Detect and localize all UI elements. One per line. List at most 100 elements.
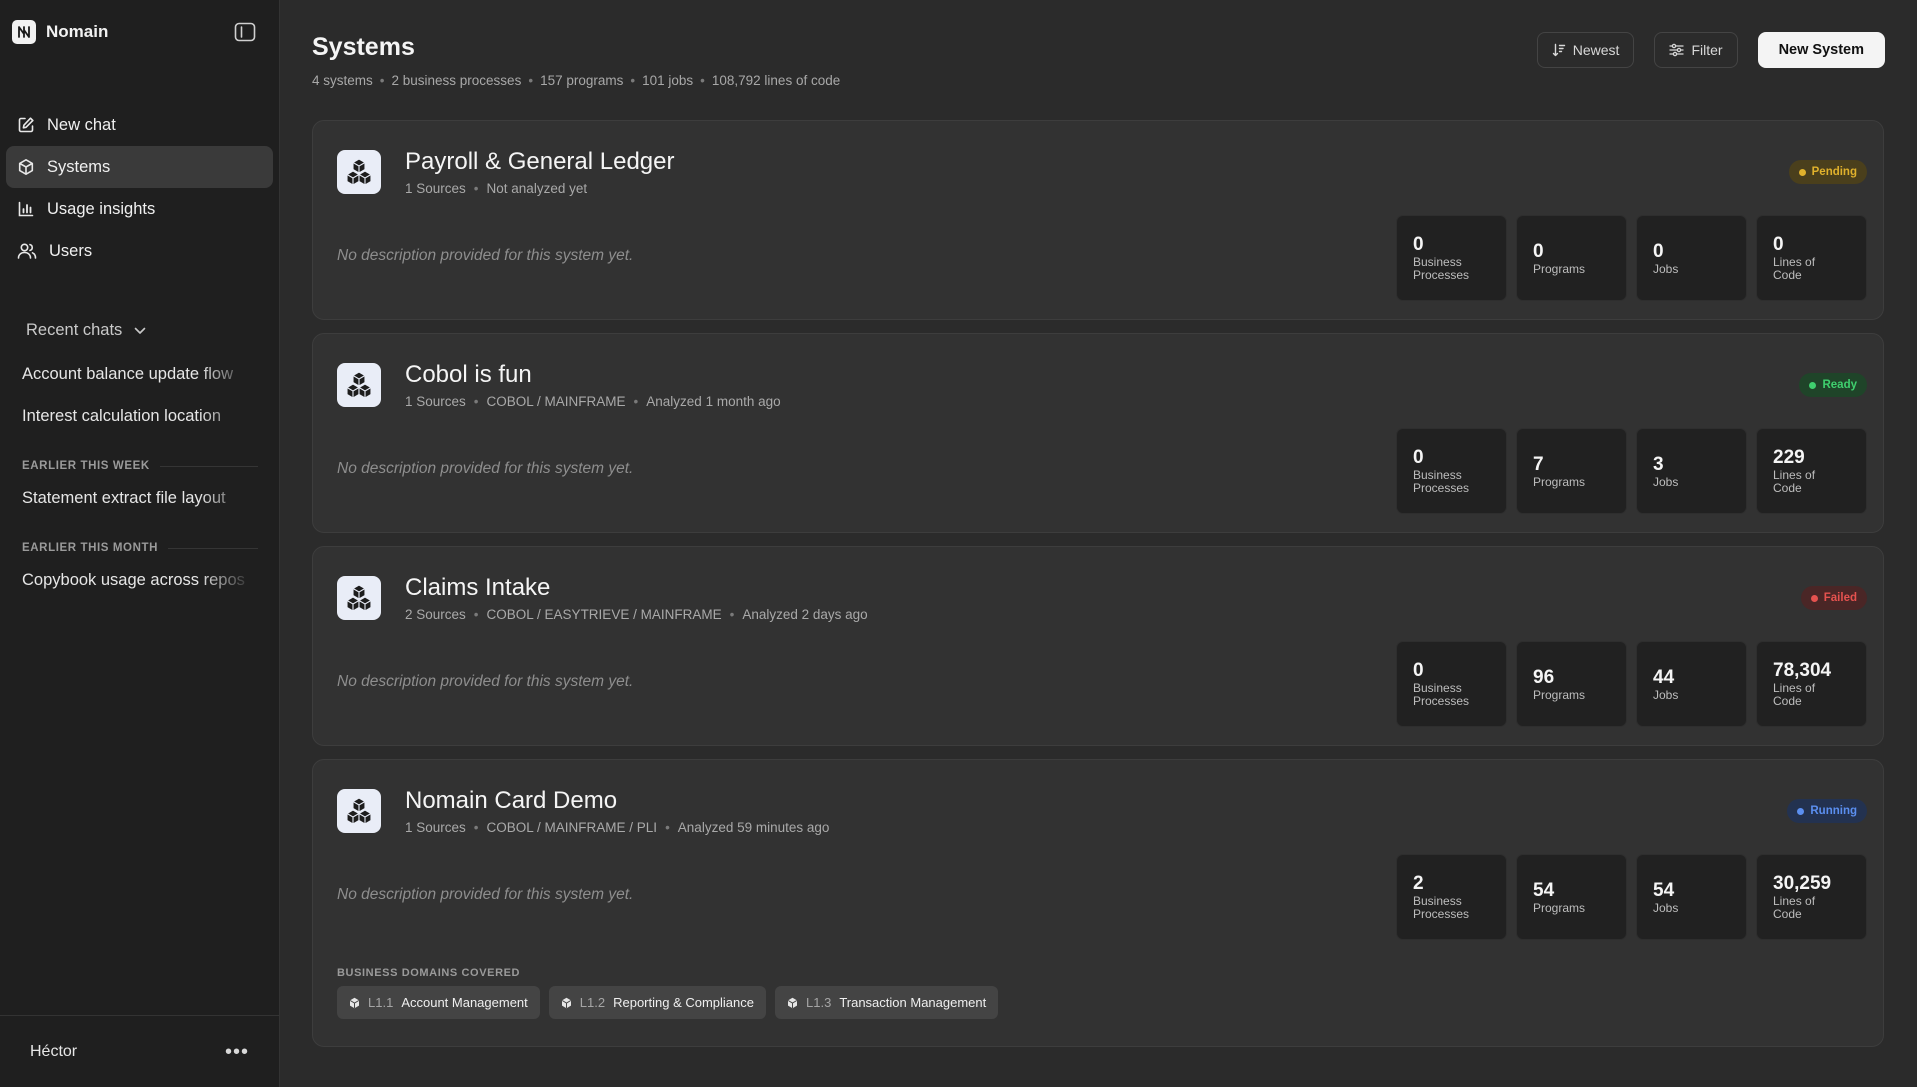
status-badge: Ready <box>1799 373 1867 397</box>
metric-value: 54 <box>1533 879 1555 901</box>
users-icon <box>17 243 37 259</box>
system-meta-item: Analyzed 59 minutes ago <box>677 820 830 835</box>
domain-chips: L1.1 Account Management L1.2 Reporting & Co… <box>337 986 999 1019</box>
metric-value: 7 <box>1533 453 1544 475</box>
system-card[interactable]: Nomain Card Demo 1 Sources • COBOL / MAINFR… <box>312 759 1884 1047</box>
domain-chip[interactable]: L1.2 Reporting & Compliance <box>548 986 766 1019</box>
user-name[interactable]: Héctor <box>30 1043 77 1061</box>
status-dot <box>1798 168 1806 176</box>
system-card[interactable]: Claims Intake 2 Sources • COBOL / EASYTRIEV… <box>312 546 1884 746</box>
hexagon-icon <box>349 997 360 1008</box>
metric-lines-of-code: 30,259 Lines of Code <box>1756 854 1867 940</box>
new-system-button[interactable]: New System <box>1757 32 1885 68</box>
nomain-logo-icon <box>12 20 36 44</box>
metric-business-processes: 0 Business Processes <box>1396 641 1507 727</box>
nav-usage-insights[interactable]: Usage insights <box>6 188 273 230</box>
system-meta-item: 2 Sources <box>405 607 466 622</box>
metric-programs: 0 Programs <box>1516 215 1627 301</box>
metric-lines-of-code: 229 Lines of Code <box>1756 428 1867 514</box>
main-nav: New chat Systems Usage insights Users <box>6 104 273 272</box>
page-title: Systems <box>312 33 415 61</box>
chat-item[interactable]: Statement extract file layout <box>22 477 258 519</box>
metric-lines-of-code: 0 Lines of Code <box>1756 215 1867 301</box>
more-options-icon[interactable]: ••• <box>225 1042 249 1062</box>
app-name: Nomain <box>46 22 109 41</box>
status-badge: Failed <box>1800 586 1867 610</box>
system-name[interactable]: Payroll & General Ledger <box>405 148 674 176</box>
system-metrics: 2 Business Processes 54 Programs 54 Jobs 30,259… <box>1396 854 1867 940</box>
metric-value: 44 <box>1653 666 1675 688</box>
domain-label: Account Management <box>401 995 528 1010</box>
system-icon <box>337 789 381 833</box>
metric-value: 0 <box>1413 660 1424 681</box>
hexagon-icon <box>787 997 798 1008</box>
toolbar: Newest Filter New System <box>1536 32 1885 68</box>
metric-label: Programs <box>1533 900 1586 915</box>
system-metrics: 0 Business Processes 7 Programs 3 Jobs 229 Lines… <box>1396 428 1867 514</box>
metric-programs: 7 Programs <box>1516 428 1627 514</box>
metric-value: 30,259 <box>1773 873 1832 894</box>
filter-button[interactable]: Filter <box>1654 32 1738 68</box>
status-dot <box>1809 381 1817 389</box>
system-name[interactable]: Claims Intake <box>405 574 550 602</box>
system-meta: 1 Sources • COBOL / MAINFRAME • Analyzed 1 m… <box>405 394 781 409</box>
system-description: No description provided for this system … <box>337 886 634 903</box>
nav-new-chat[interactable]: New chat <box>6 104 273 146</box>
hexagon-icon <box>18 159 34 175</box>
metric-value: 2 <box>1413 873 1424 894</box>
metric-business-processes: 0 Business Processes <box>1396 215 1507 301</box>
chat-item[interactable]: Interest calculation location <box>22 395 258 437</box>
system-meta-item: COBOL / MAINFRAME / PLI <box>486 820 658 835</box>
sidebar: Nomain New chat Systems Usage insights U… <box>0 0 280 1087</box>
system-meta-item: 1 Sources <box>405 181 466 196</box>
system-icon <box>337 363 381 407</box>
system-name[interactable]: Cobol is fun <box>405 361 532 389</box>
recent-chats-toggle[interactable]: Recent chats <box>26 321 146 340</box>
system-meta-item: Not analyzed yet <box>486 181 588 196</box>
nav-systems[interactable]: Systems <box>6 146 273 188</box>
sort-icon <box>1552 43 1565 57</box>
metric-label: Lines of Code <box>1773 255 1816 282</box>
system-meta-item: 1 Sources <box>405 820 466 835</box>
metric-value: 78,304 <box>1773 660 1832 681</box>
system-description: No description provided for this system … <box>337 673 634 690</box>
chat-item[interactable]: Account balance update flow <box>22 353 258 395</box>
system-card[interactable]: Payroll & General Ledger 1 Sources • Not an… <box>312 120 1884 320</box>
nav-users[interactable]: Users <box>6 230 273 272</box>
metric-label: Lines of Code <box>1773 681 1816 708</box>
system-icon <box>337 576 381 620</box>
system-name[interactable]: Nomain Card Demo <box>405 787 617 815</box>
metric-label: Business Processes <box>1413 894 1470 921</box>
metric-label: Jobs <box>1653 474 1679 489</box>
metric-programs: 96 Programs <box>1516 641 1627 727</box>
metric-value: 0 <box>1413 447 1424 468</box>
brand[interactable]: Nomain <box>12 20 108 44</box>
domain-chip[interactable]: L1.1 Account Management <box>337 986 540 1019</box>
metric-label: Business Processes <box>1413 681 1470 708</box>
domain-chip[interactable]: L1.3 Transaction Management <box>775 986 999 1019</box>
metric-value: 0 <box>1773 234 1784 255</box>
metric-label: Programs <box>1533 261 1586 276</box>
system-metrics: 0 Business Processes 0 Programs 0 Jobs 0 Lines o… <box>1396 215 1867 301</box>
status-badge: Pending <box>1788 160 1867 184</box>
toggle-sidebar-button[interactable] <box>232 20 258 44</box>
metric-business-processes: 2 Business Processes <box>1396 854 1507 940</box>
metric-lines-of-code: 78,304 Lines of Code <box>1756 641 1867 727</box>
nav-label: Usage insights <box>47 199 156 218</box>
metric-value: 0 <box>1533 240 1544 262</box>
system-description: No description provided for this system … <box>337 460 634 477</box>
sort-button[interactable]: Newest <box>1536 32 1635 68</box>
metric-label: Jobs <box>1653 261 1679 276</box>
system-metrics: 0 Business Processes 96 Programs 44 Jobs 78,304… <box>1396 641 1867 727</box>
edit-icon <box>18 117 34 133</box>
domains-title: BUSINESS DOMAINS COVERED <box>337 967 521 979</box>
hexagon-icon <box>561 997 571 1008</box>
system-meta-item: 1 Sources <box>405 394 466 409</box>
metric-label: Jobs <box>1653 900 1679 915</box>
chat-item[interactable]: Copybook usage across repos <box>22 559 258 601</box>
system-meta: 1 Sources • COBOL / MAINFRAME / PLI • Analyz… <box>405 820 830 835</box>
metric-value: 0 <box>1653 240 1664 262</box>
chat-section-header: EARLIER THIS WEEK <box>22 455 258 477</box>
status-badge: Running <box>1787 799 1867 823</box>
system-card[interactable]: Cobol is fun 1 Sources • COBOL / MAINFRAME •… <box>312 333 1884 533</box>
